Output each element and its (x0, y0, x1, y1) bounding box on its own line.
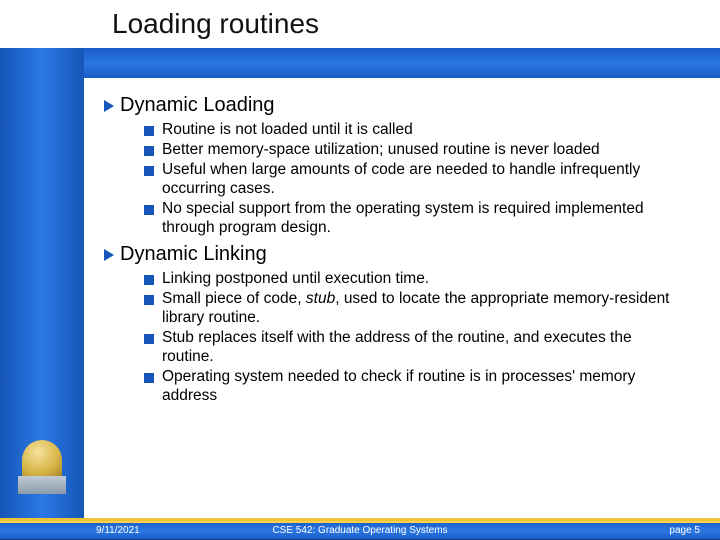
stub-line: Small piece of code, stub, used to locat… (162, 290, 682, 328)
square-bullet-icon (144, 373, 154, 383)
section-heading-1: Dynamic Loading (100, 94, 700, 117)
arrow-bullet-icon (104, 249, 114, 261)
slide-footer: 9/11/2021 CSE 542: Graduate Operating Sy… (0, 518, 720, 540)
square-bullet-icon (144, 166, 154, 176)
university-logo (14, 434, 70, 500)
list-item: Routine is not loaded until it is called (144, 121, 682, 140)
arrow-bullet-icon (104, 100, 114, 112)
square-bullet-icon (144, 295, 154, 305)
section-heading-2-text: Dynamic Linking (120, 243, 267, 266)
list-item: Operating system needed to check if rout… (144, 368, 682, 406)
dome-icon (22, 440, 62, 480)
slide-title: Loading routines (112, 8, 319, 40)
list-item: No special support from the operating sy… (144, 200, 682, 238)
slide-content: Dynamic Loading Routine is not loaded un… (100, 88, 700, 407)
list-item: Linking postponed until execution time. (144, 270, 682, 289)
header-strip (84, 48, 720, 78)
title-area: Loading routines (84, 0, 720, 48)
footer-page: page 5 (669, 525, 700, 536)
section-heading-1-text: Dynamic Loading (120, 94, 275, 117)
list-item: Better memory-space utilization; unused … (144, 141, 682, 160)
list-item: Useful when large amounts of code are ne… (144, 161, 682, 199)
square-bullet-icon (144, 334, 154, 344)
corner-white (0, 0, 84, 48)
bullet-list-2: Linking postponed until execution time. … (144, 270, 700, 405)
square-bullet-icon (144, 146, 154, 156)
square-bullet-icon (144, 275, 154, 285)
logo-base (18, 476, 66, 494)
square-bullet-icon (144, 205, 154, 215)
list-item: Stub replaces itself with the address of… (144, 329, 682, 367)
footer-course: CSE 542: Graduate Operating Systems (0, 525, 720, 536)
square-bullet-icon (144, 126, 154, 136)
list-item: Small piece of code, stub, used to locat… (144, 290, 682, 328)
section-heading-2: Dynamic Linking (100, 243, 700, 266)
bullet-list-1: Routine is not loaded until it is called… (144, 121, 700, 237)
